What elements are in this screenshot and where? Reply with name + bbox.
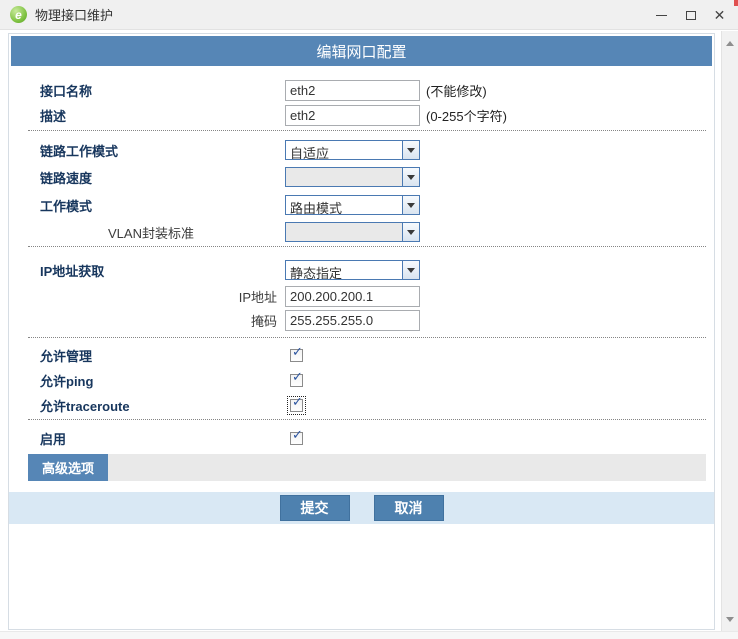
minimize-icon xyxy=(656,15,667,16)
allow-ping-checkbox[interactable]: ✓ xyxy=(290,374,303,387)
chevron-down-icon[interactable] xyxy=(402,261,419,279)
work-mode-select[interactable]: 路由模式 xyxy=(285,195,420,215)
chevron-down-icon[interactable] xyxy=(402,196,419,214)
edit-port-dialog: 编辑网口配置 接口名称 (不能修改) 描述 (0-255个字符) 链路工作模式 … xyxy=(8,33,715,630)
close-button[interactable]: ✕ xyxy=(705,0,734,30)
cancel-button[interactable]: 取消 xyxy=(374,495,444,521)
interface-name-note: (不能修改) xyxy=(426,81,487,100)
allow-manage-label: 允许管理 xyxy=(40,346,285,365)
checkmark-icon: ✓ xyxy=(292,345,303,359)
close-icon: ✕ xyxy=(714,8,726,22)
ip-address-label: IP地址 xyxy=(40,287,285,306)
work-mode-value: 路由模式 xyxy=(286,196,402,214)
dialog-title: 编辑网口配置 xyxy=(11,36,712,66)
description-note: (0-255个字符) xyxy=(426,106,507,125)
description-label: 描述 xyxy=(40,106,285,125)
checkmark-icon: ✓ xyxy=(292,428,303,442)
link-mode-select[interactable]: 自适应 xyxy=(285,140,420,160)
maximize-icon xyxy=(686,11,696,20)
enable-checkbox[interactable]: ✓ xyxy=(290,432,303,445)
window-controls: ✕ xyxy=(647,0,734,30)
row-work-mode: 工作模式 路由模式 xyxy=(9,195,714,215)
separator xyxy=(28,130,706,131)
allow-traceroute-label: 允许traceroute xyxy=(40,396,285,415)
minimize-button[interactable] xyxy=(647,0,676,30)
checkmark-icon: ✓ xyxy=(292,395,303,409)
screen-artifact xyxy=(734,0,738,6)
vlan-standard-label: VLAN封装标准 xyxy=(40,223,285,242)
chevron-down-icon xyxy=(402,223,419,241)
ip-mode-value: 静态指定 xyxy=(286,261,402,279)
row-enable: 启用 ✓ xyxy=(9,431,714,445)
advanced-options-bar: 高级选项 xyxy=(28,454,706,481)
scroll-down-icon[interactable] xyxy=(722,611,738,627)
interface-name-input[interactable] xyxy=(285,80,420,101)
vlan-standard-value xyxy=(286,223,402,241)
allow-manage-checkbox[interactable]: ✓ xyxy=(290,349,303,362)
link-mode-label: 链路工作模式 xyxy=(40,141,285,160)
advanced-options-button[interactable]: 高级选项 xyxy=(28,454,108,481)
row-vlan-standard: VLAN封装标准 xyxy=(9,222,714,242)
chevron-down-icon xyxy=(402,168,419,186)
allow-ping-label: 允许ping xyxy=(40,371,285,390)
row-allow-ping: 允许ping ✓ xyxy=(9,373,714,387)
dialog-footer: 提交 取消 xyxy=(9,492,714,524)
scroll-up-icon[interactable] xyxy=(722,35,738,51)
row-allow-manage: 允许管理 ✓ xyxy=(9,348,714,362)
link-speed-select xyxy=(285,167,420,187)
row-link-speed: 链路速度 xyxy=(9,167,714,187)
link-mode-value: 自适应 xyxy=(286,141,402,159)
vertical-scrollbar[interactable] xyxy=(721,31,738,631)
row-ip-address: IP地址 xyxy=(9,285,714,307)
row-description: 描述 (0-255个字符) xyxy=(9,104,714,127)
status-strip xyxy=(0,631,738,639)
link-speed-value xyxy=(286,168,402,186)
netmask-input[interactable] xyxy=(285,310,420,331)
maximize-button[interactable] xyxy=(676,0,705,30)
row-netmask: 掩码 xyxy=(9,309,714,331)
allow-traceroute-checkbox[interactable]: ✓ xyxy=(290,399,303,412)
checkmark-icon: ✓ xyxy=(292,370,303,384)
window-titlebar: e 物理接口维护 ✕ xyxy=(0,0,738,30)
row-allow-traceroute: 允许traceroute ✓ xyxy=(9,398,714,412)
ip-mode-label: IP地址获取 xyxy=(40,261,285,280)
ip-address-input[interactable] xyxy=(285,286,420,307)
browser-logo-icon: e xyxy=(10,6,27,23)
row-link-mode: 链路工作模式 自适应 xyxy=(9,140,714,160)
row-ip-mode: IP地址获取 静态指定 xyxy=(9,260,714,280)
netmask-label: 掩码 xyxy=(40,311,285,330)
work-mode-label: 工作模式 xyxy=(40,196,285,215)
window-title: 物理接口维护 xyxy=(35,5,113,24)
enable-label: 启用 xyxy=(40,429,285,448)
link-speed-label: 链路速度 xyxy=(40,168,285,187)
ip-mode-select[interactable]: 静态指定 xyxy=(285,260,420,280)
vlan-standard-select xyxy=(285,222,420,242)
separator xyxy=(28,246,706,247)
description-input[interactable] xyxy=(285,105,420,126)
separator xyxy=(28,337,706,338)
submit-button[interactable]: 提交 xyxy=(280,495,350,521)
row-interface-name: 接口名称 (不能修改) xyxy=(9,79,714,102)
separator xyxy=(28,419,706,420)
interface-name-label: 接口名称 xyxy=(40,81,285,100)
chevron-down-icon[interactable] xyxy=(402,141,419,159)
